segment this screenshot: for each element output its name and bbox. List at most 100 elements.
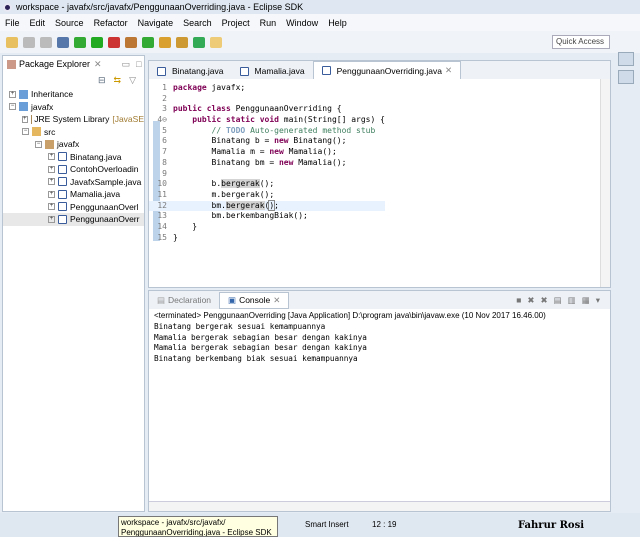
console-output[interactable]: Binatang bergerak sesuai kemampuannya Mam… xyxy=(149,322,610,364)
toolbar-button-icon[interactable] xyxy=(193,36,205,48)
tree-item-label: Binatang.java xyxy=(70,151,122,162)
menu-help[interactable]: Help xyxy=(323,18,352,28)
editor-tab[interactable]: Mamalia.java xyxy=(232,63,313,79)
overview-ruler[interactable] xyxy=(600,79,610,287)
line-text: } xyxy=(173,232,178,242)
status-bar: Smart Insert 12 : 19 Fahrur Rosi xyxy=(0,513,640,537)
minimize-icon[interactable]: ▭ xyxy=(122,59,131,70)
tooltip: workspace - javafx/src/javafx/ Penggunaa… xyxy=(118,516,278,537)
tree-item[interactable]: + JRE System Library [JavaSE xyxy=(3,113,144,126)
tree-item[interactable]: + Inheritance xyxy=(3,88,144,101)
collapse-all-icon[interactable]: ⊟ xyxy=(98,75,106,86)
link-with-editor-icon[interactable]: ⇆ xyxy=(114,75,122,86)
expand-icon[interactable]: + xyxy=(48,203,55,211)
console-line: Mamalia bergerak sebagian besar dengan k… xyxy=(154,332,367,342)
close-icon[interactable]: ✕ xyxy=(273,295,280,306)
menu-project[interactable]: Project xyxy=(217,18,255,28)
java-file-icon xyxy=(58,214,67,224)
expand-icon[interactable]: − xyxy=(22,128,29,136)
package-explorer-tab[interactable]: Package Explorer ✕ ▭ □ xyxy=(3,56,144,72)
expand-icon[interactable]: − xyxy=(35,140,42,148)
java-perspective-icon[interactable] xyxy=(618,70,634,84)
toolbar-button-icon[interactable] xyxy=(159,36,171,48)
expand-icon[interactable]: + xyxy=(22,115,28,123)
toolbar-button-icon[interactable] xyxy=(176,36,188,48)
toolbar-button-icon[interactable] xyxy=(142,36,154,48)
tree-item[interactable]: + ContohOverloadin xyxy=(3,163,144,176)
expand-icon[interactable]: + xyxy=(48,178,55,186)
declaration-icon: ▤ xyxy=(157,294,166,305)
scroll-lock-icon[interactable]: ▥ xyxy=(568,295,576,306)
menu-edit[interactable]: Edit xyxy=(25,18,51,28)
line-text: package javafx; xyxy=(173,83,246,92)
line-text: Binatang b = new Binatang(); xyxy=(173,136,347,146)
expand-icon[interactable]: + xyxy=(48,165,55,173)
clear-console-icon[interactable]: ▤ xyxy=(554,295,562,306)
tree-item[interactable]: − javafx xyxy=(3,101,144,114)
insert-mode: Smart Insert xyxy=(305,520,349,529)
pin-console-icon[interactable]: ▦ xyxy=(582,295,590,306)
menu-file[interactable]: File xyxy=(0,18,25,28)
line-number: 14 xyxy=(157,221,167,231)
open-perspective-icon[interactable] xyxy=(618,52,634,66)
terminate-icon[interactable]: ■ xyxy=(516,295,521,306)
toolbar-button-icon[interactable] xyxy=(6,36,18,48)
console-line: Binatang berkembang biak sesuai kemampua… xyxy=(154,353,358,363)
menu-navigate[interactable]: Navigate xyxy=(133,18,179,28)
remove-launch-icon[interactable]: ✖ xyxy=(527,295,534,306)
display-console-icon[interactable]: ▾ xyxy=(596,295,600,306)
expand-icon[interactable]: + xyxy=(48,190,55,198)
toolbar-button-icon[interactable] xyxy=(40,36,52,48)
tab-declaration[interactable]: ▤ Declaration xyxy=(149,293,219,308)
tree-item-label: src xyxy=(44,126,56,137)
expand-icon[interactable]: + xyxy=(9,90,16,98)
java-file-icon xyxy=(58,202,67,212)
package-explorer-title: Package Explorer xyxy=(19,59,91,69)
tree-item-label: ContohOverloadin xyxy=(70,164,139,174)
view-menu-icon[interactable]: ▽ xyxy=(129,75,136,86)
line-number: 5 xyxy=(162,125,167,135)
package-icon xyxy=(45,139,54,149)
toolbar-button-icon[interactable] xyxy=(91,36,103,48)
line-text: } xyxy=(173,221,198,231)
toolbar xyxy=(0,31,640,53)
remove-all-icon[interactable]: ✖ xyxy=(541,295,548,306)
editor-tab[interactable]: Binatang.java xyxy=(149,63,232,79)
line-number: 6 xyxy=(162,136,167,146)
toolbar-button-icon[interactable] xyxy=(125,36,137,48)
tree-item[interactable]: + Binatang.java xyxy=(3,151,144,164)
quick-access-input[interactable]: Quick Access xyxy=(552,35,610,49)
tree-item[interactable]: + PenggunaanOverl xyxy=(3,201,144,214)
toolbar-button-icon[interactable] xyxy=(74,36,86,48)
expand-icon[interactable]: − xyxy=(9,103,16,111)
tree-item[interactable]: + JavafxSample.java xyxy=(3,176,144,189)
menu-run[interactable]: Run xyxy=(255,18,282,28)
tab-label: Declaration xyxy=(168,295,212,305)
horizontal-scrollbar[interactable] xyxy=(149,501,610,511)
expand-icon[interactable]: + xyxy=(48,153,55,161)
tree-item[interactable]: − javafx xyxy=(3,138,144,151)
expand-icon[interactable]: + xyxy=(48,215,55,223)
tree-item[interactable]: − src xyxy=(3,126,144,139)
line-number: 15 xyxy=(157,232,167,242)
code-area[interactable]: 1 package javafx; 2 3 public class Penggunaa… xyxy=(149,83,385,243)
tree-item[interactable]: + PenggunaanOverr xyxy=(3,213,144,226)
toolbar-button-icon[interactable] xyxy=(57,36,69,48)
menu-search[interactable]: Search xyxy=(178,18,217,28)
editor-tab[interactable]: PenggunaanOverriding.java ✕ xyxy=(312,61,462,79)
maximize-icon[interactable]: □ xyxy=(136,59,141,69)
tab-console[interactable]: ▣ Console ✕ xyxy=(219,291,290,309)
close-icon[interactable]: ✕ xyxy=(445,65,452,76)
menu-refactor[interactable]: Refactor xyxy=(89,18,133,28)
line-text: // TODO Auto-generated method stub xyxy=(211,125,376,135)
tree-item-label: PenggunaanOverl xyxy=(70,201,139,212)
toolbar-button-icon[interactable] xyxy=(108,36,120,48)
toolbar-button-icon[interactable] xyxy=(210,36,222,48)
menu-window[interactable]: Window xyxy=(281,18,323,28)
code-line: 3 public class PenggunaanOverriding { xyxy=(149,104,385,115)
close-icon[interactable]: ✕ xyxy=(94,59,102,70)
tree-item[interactable]: + Mamalia.java xyxy=(3,188,144,201)
menu-source[interactable]: Source xyxy=(50,18,89,28)
toolbar-button-icon[interactable] xyxy=(23,36,35,48)
console-line: Binatang bergerak sesuai kemampuannya xyxy=(154,322,326,331)
